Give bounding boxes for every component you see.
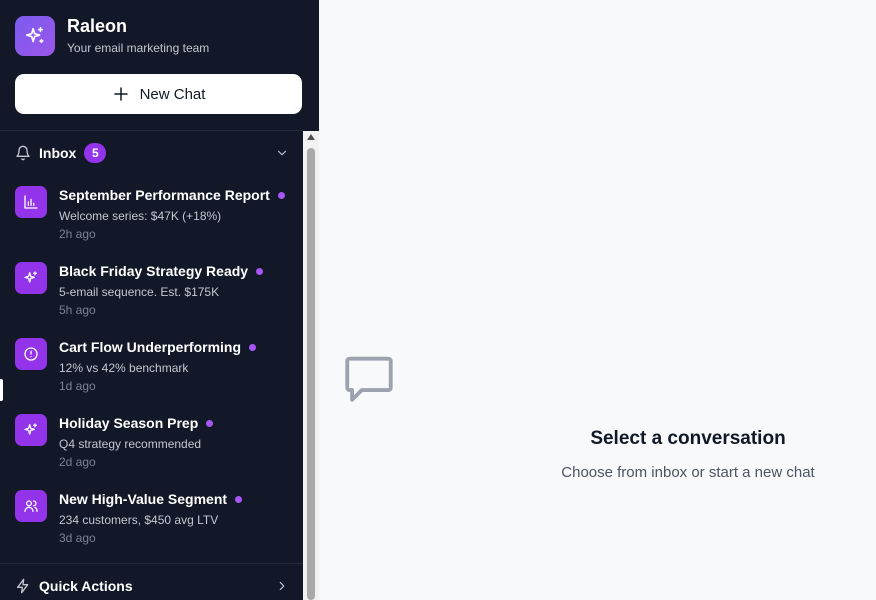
inbox-item-desc: Q4 strategy recommended [59, 437, 202, 451]
plus-icon [112, 85, 130, 103]
sparkles-icon [15, 262, 47, 294]
inbox-item-time: 3d ago [59, 531, 96, 545]
new-chat-label: New Chat [139, 85, 206, 103]
divider [0, 563, 303, 564]
scroll-thumb[interactable] [307, 148, 315, 600]
inbox-item-time: 2h ago [59, 227, 96, 241]
bar-chart-icon [15, 186, 47, 218]
unread-dot [256, 267, 264, 275]
inbox-item-title: Cart Flow Underperforming [59, 339, 242, 355]
inbox-item-time: 5h ago [59, 303, 96, 317]
brand-header: Raleon Your email marketing team [15, 16, 209, 56]
quick-actions-header[interactable]: Quick Actions [15, 576, 289, 596]
inbox-item-title: Black Friday Strategy Ready [59, 263, 249, 279]
sidebar-scrollbar[interactable] [303, 131, 319, 600]
sparkles-icon [15, 414, 47, 446]
inbox-item-title: Holiday Season Prep [59, 415, 199, 431]
unread-dot [235, 495, 243, 503]
unread-dot [277, 191, 285, 199]
inbox-header[interactable]: Inbox 5 [15, 143, 289, 163]
main-panel [319, 0, 876, 600]
inbox-item-desc: 234 customers, $450 avg LTV [59, 513, 219, 527]
unread-dot [206, 419, 214, 427]
inbox-item-title: New High-Value Segment [59, 491, 228, 507]
inbox-item[interactable]: September Performance Report Welcome ser… [15, 186, 295, 262]
zap-icon [15, 578, 31, 594]
quick-actions-label: Quick Actions [39, 578, 133, 594]
active-indicator [0, 379, 3, 401]
inbox-item[interactable]: Black Friday Strategy Ready 5-email sequ… [15, 262, 295, 338]
inbox-item-desc: Welcome series: $47K (+18%) [59, 209, 222, 223]
alert-circle-icon [15, 338, 47, 370]
inbox-item[interactable]: New High-Value Segment 234 customers, $4… [15, 490, 295, 566]
unread-dot [249, 343, 257, 351]
sidebar: Raleon Your email marketing team New Cha… [0, 0, 319, 600]
inbox-item-title: September Performance Report [59, 187, 270, 203]
inbox-count-badge: 5 [84, 143, 107, 163]
empty-state-subtitle: Choose from inbox or start a new chat [561, 464, 815, 481]
inbox-item-desc: 5-email sequence. Est. $175K [59, 285, 220, 299]
new-chat-button[interactable]: New Chat [15, 74, 302, 114]
divider [0, 130, 303, 131]
brand-name: Raleon [67, 15, 128, 36]
inbox-item-desc: 12% vs 42% benchmark [59, 361, 189, 375]
bell-icon [15, 145, 31, 161]
empty-state-title: Select a conversation [590, 428, 786, 449]
brand-tagline: Your email marketing team [67, 40, 210, 55]
scroll-up-arrow[interactable] [307, 134, 315, 140]
inbox-item[interactable]: Holiday Season Prep Q4 strategy recommen… [15, 414, 295, 490]
sparkles-icon [15, 16, 55, 56]
inbox-item-time: 1d ago [59, 379, 96, 393]
inbox-item[interactable]: Cart Flow Underperforming 12% vs 42% ben… [15, 338, 295, 414]
users-icon [15, 490, 47, 522]
inbox-item-time: 2d ago [59, 455, 96, 469]
inbox-title: Inbox [39, 145, 77, 161]
message-square-icon [340, 349, 398, 412]
inbox-list: September Performance Report Welcome ser… [15, 186, 295, 566]
chevron-down-icon[interactable] [275, 146, 289, 160]
chevron-right-icon[interactable] [275, 579, 289, 593]
